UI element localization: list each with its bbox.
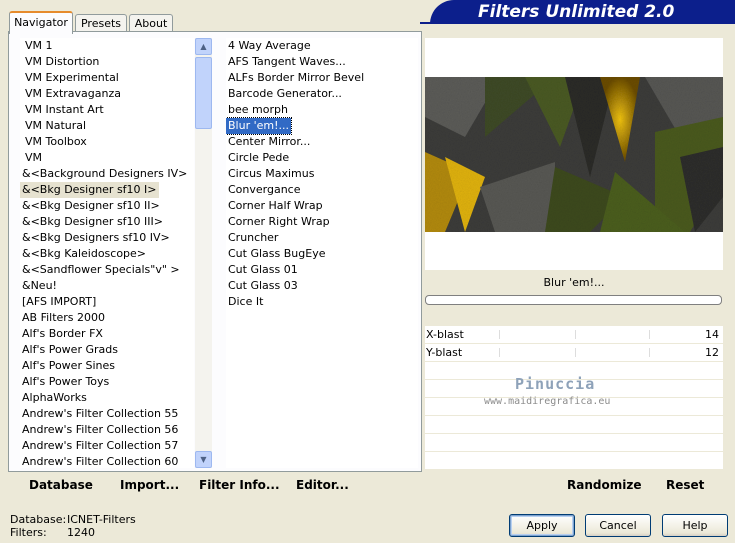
list-item[interactable]: ALFs Border Mirror Bevel xyxy=(226,70,366,86)
slider-tick xyxy=(649,348,650,357)
list-item[interactable]: Blur 'em!... xyxy=(226,117,292,135)
list-item[interactable]: Corner Right Wrap xyxy=(226,214,332,230)
scroll-thumb[interactable] xyxy=(195,57,212,129)
preview-image xyxy=(425,77,723,232)
slider-tick xyxy=(499,330,500,339)
slider-tick xyxy=(649,330,650,339)
app-title: Filters Unlimited 2.0 xyxy=(430,0,735,24)
list-item[interactable]: Corner Half Wrap xyxy=(226,198,325,214)
list-item[interactable]: VM Distortion xyxy=(23,54,101,70)
param-row xyxy=(425,434,723,452)
list-item[interactable]: AlphaWorks xyxy=(20,390,89,406)
list-item[interactable]: Cut Glass 01 xyxy=(226,262,300,278)
watermark-name: Pinuccia xyxy=(515,375,596,393)
list-item[interactable]: Andrew's Filter Collection 55 xyxy=(20,406,180,422)
import-button[interactable]: Import... xyxy=(120,478,179,492)
slider-tick xyxy=(575,330,576,339)
list-item[interactable]: Andrew's Filter Collection 56 xyxy=(20,422,180,438)
editor-button[interactable]: Editor... xyxy=(296,478,349,492)
param-row[interactable]: Y-blast 12 xyxy=(425,344,723,362)
status-database: Database:ICNET-Filters xyxy=(10,513,136,526)
help-button[interactable]: Help xyxy=(662,514,728,537)
list-item[interactable]: Alf's Power Toys xyxy=(20,374,111,390)
list-item[interactable]: AFS Tangent Waves... xyxy=(226,54,348,70)
list-item[interactable]: Cut Glass 03 xyxy=(226,278,300,294)
tab-navigator[interactable]: Navigator xyxy=(9,11,73,34)
list-item[interactable]: &<Sandflower Specials"v" > xyxy=(20,262,182,278)
slider-tick xyxy=(575,348,576,357)
list-item[interactable]: VM Natural xyxy=(23,118,88,134)
list-item[interactable]: bee morph xyxy=(226,102,290,118)
list-item[interactable]: 4 Way Average xyxy=(226,38,313,54)
list-item[interactable]: &<Bkg Designer sf10 III> xyxy=(20,214,165,230)
watermark-url: www.maidiregrafica.eu xyxy=(484,396,611,407)
list-item[interactable]: Andrew's Filter Collection 57 xyxy=(20,438,180,454)
list-item[interactable]: Circus Maximus xyxy=(226,166,316,182)
param-label: Y-blast xyxy=(426,346,463,359)
banner-underline xyxy=(420,22,735,24)
progress-bar xyxy=(425,295,722,305)
param-value: 12 xyxy=(705,346,719,359)
filter-list[interactable]: 4 Way Average AFS Tangent Waves... ALFs Bo… xyxy=(226,38,418,468)
cancel-button[interactable]: Cancel xyxy=(585,514,651,537)
list-item[interactable]: Alf's Power Grads xyxy=(20,342,120,358)
list-item[interactable]: VM 1 xyxy=(23,38,55,54)
tab-about[interactable]: About xyxy=(129,14,173,32)
param-row xyxy=(425,416,723,434)
list-item[interactable]: Cruncher xyxy=(226,230,280,246)
apply-button[interactable]: Apply xyxy=(509,514,575,537)
list-item[interactable]: VM Extravaganza xyxy=(23,86,123,102)
param-row xyxy=(425,452,723,470)
list-item[interactable]: Center Mirror... xyxy=(226,134,312,150)
list-item[interactable]: Convergance xyxy=(226,182,303,198)
param-value: 14 xyxy=(705,328,719,341)
list-item[interactable]: &<Bkg Designer sf10 I> xyxy=(20,182,159,198)
list-item[interactable]: Dice It xyxy=(226,294,265,310)
list-item[interactable]: VM Toolbox xyxy=(23,134,89,150)
randomize-button[interactable]: Randomize xyxy=(567,478,641,492)
category-scrollbar[interactable]: ▲ ▼ xyxy=(195,38,212,468)
list-item[interactable]: Circle Pede xyxy=(226,150,291,166)
list-item[interactable]: &<Bkg Designers sf10 IV> xyxy=(20,230,172,246)
param-row[interactable]: X-blast 14 xyxy=(425,326,723,344)
list-item[interactable]: Cut Glass BugEye xyxy=(226,246,327,262)
list-item[interactable]: VM Experimental xyxy=(23,70,121,86)
list-item[interactable]: &<Bkg Designer sf10 II> xyxy=(20,198,162,214)
list-item[interactable]: &<Bkg Kaleidoscope> xyxy=(20,246,148,262)
tab-presets[interactable]: Presets xyxy=(75,14,127,32)
list-item[interactable]: VM Instant Art xyxy=(23,102,106,118)
scroll-down-button[interactable]: ▼ xyxy=(195,451,212,468)
status-database-value: ICNET-Filters xyxy=(67,513,136,526)
status-database-label: Database: xyxy=(10,513,67,526)
list-item[interactable]: VM xyxy=(23,150,44,166)
list-item[interactable]: &Neu! xyxy=(20,278,59,294)
list-item[interactable]: &<Background Designers IV> xyxy=(20,166,189,182)
param-label: X-blast xyxy=(426,328,464,341)
status-filters: Filters: 1240 xyxy=(10,526,95,539)
list-item[interactable]: Barcode Generator... xyxy=(226,86,344,102)
reset-button[interactable]: Reset xyxy=(666,478,704,492)
list-item[interactable]: Alf's Power Sines xyxy=(20,358,117,374)
list-item[interactable]: [AFS IMPORT] xyxy=(20,294,98,310)
selected-filter-name: Blur 'em!... xyxy=(425,273,723,293)
filter-info-button[interactable]: Filter Info... xyxy=(199,478,280,492)
scroll-up-button[interactable]: ▲ xyxy=(195,38,212,55)
list-item[interactable]: Alf's Border FX xyxy=(20,326,105,342)
list-item[interactable]: Andrew's Filter Collection 60 xyxy=(20,454,180,468)
category-list[interactable]: VM 1 VM Distortion VM Experimental VM Extra… xyxy=(20,38,194,468)
status-filters-value: 1240 xyxy=(67,526,95,539)
slider-tick xyxy=(499,348,500,357)
status-filters-label: Filters: xyxy=(10,526,47,539)
list-item[interactable]: AB Filters 2000 xyxy=(20,310,107,326)
database-button[interactable]: Database xyxy=(29,478,93,492)
